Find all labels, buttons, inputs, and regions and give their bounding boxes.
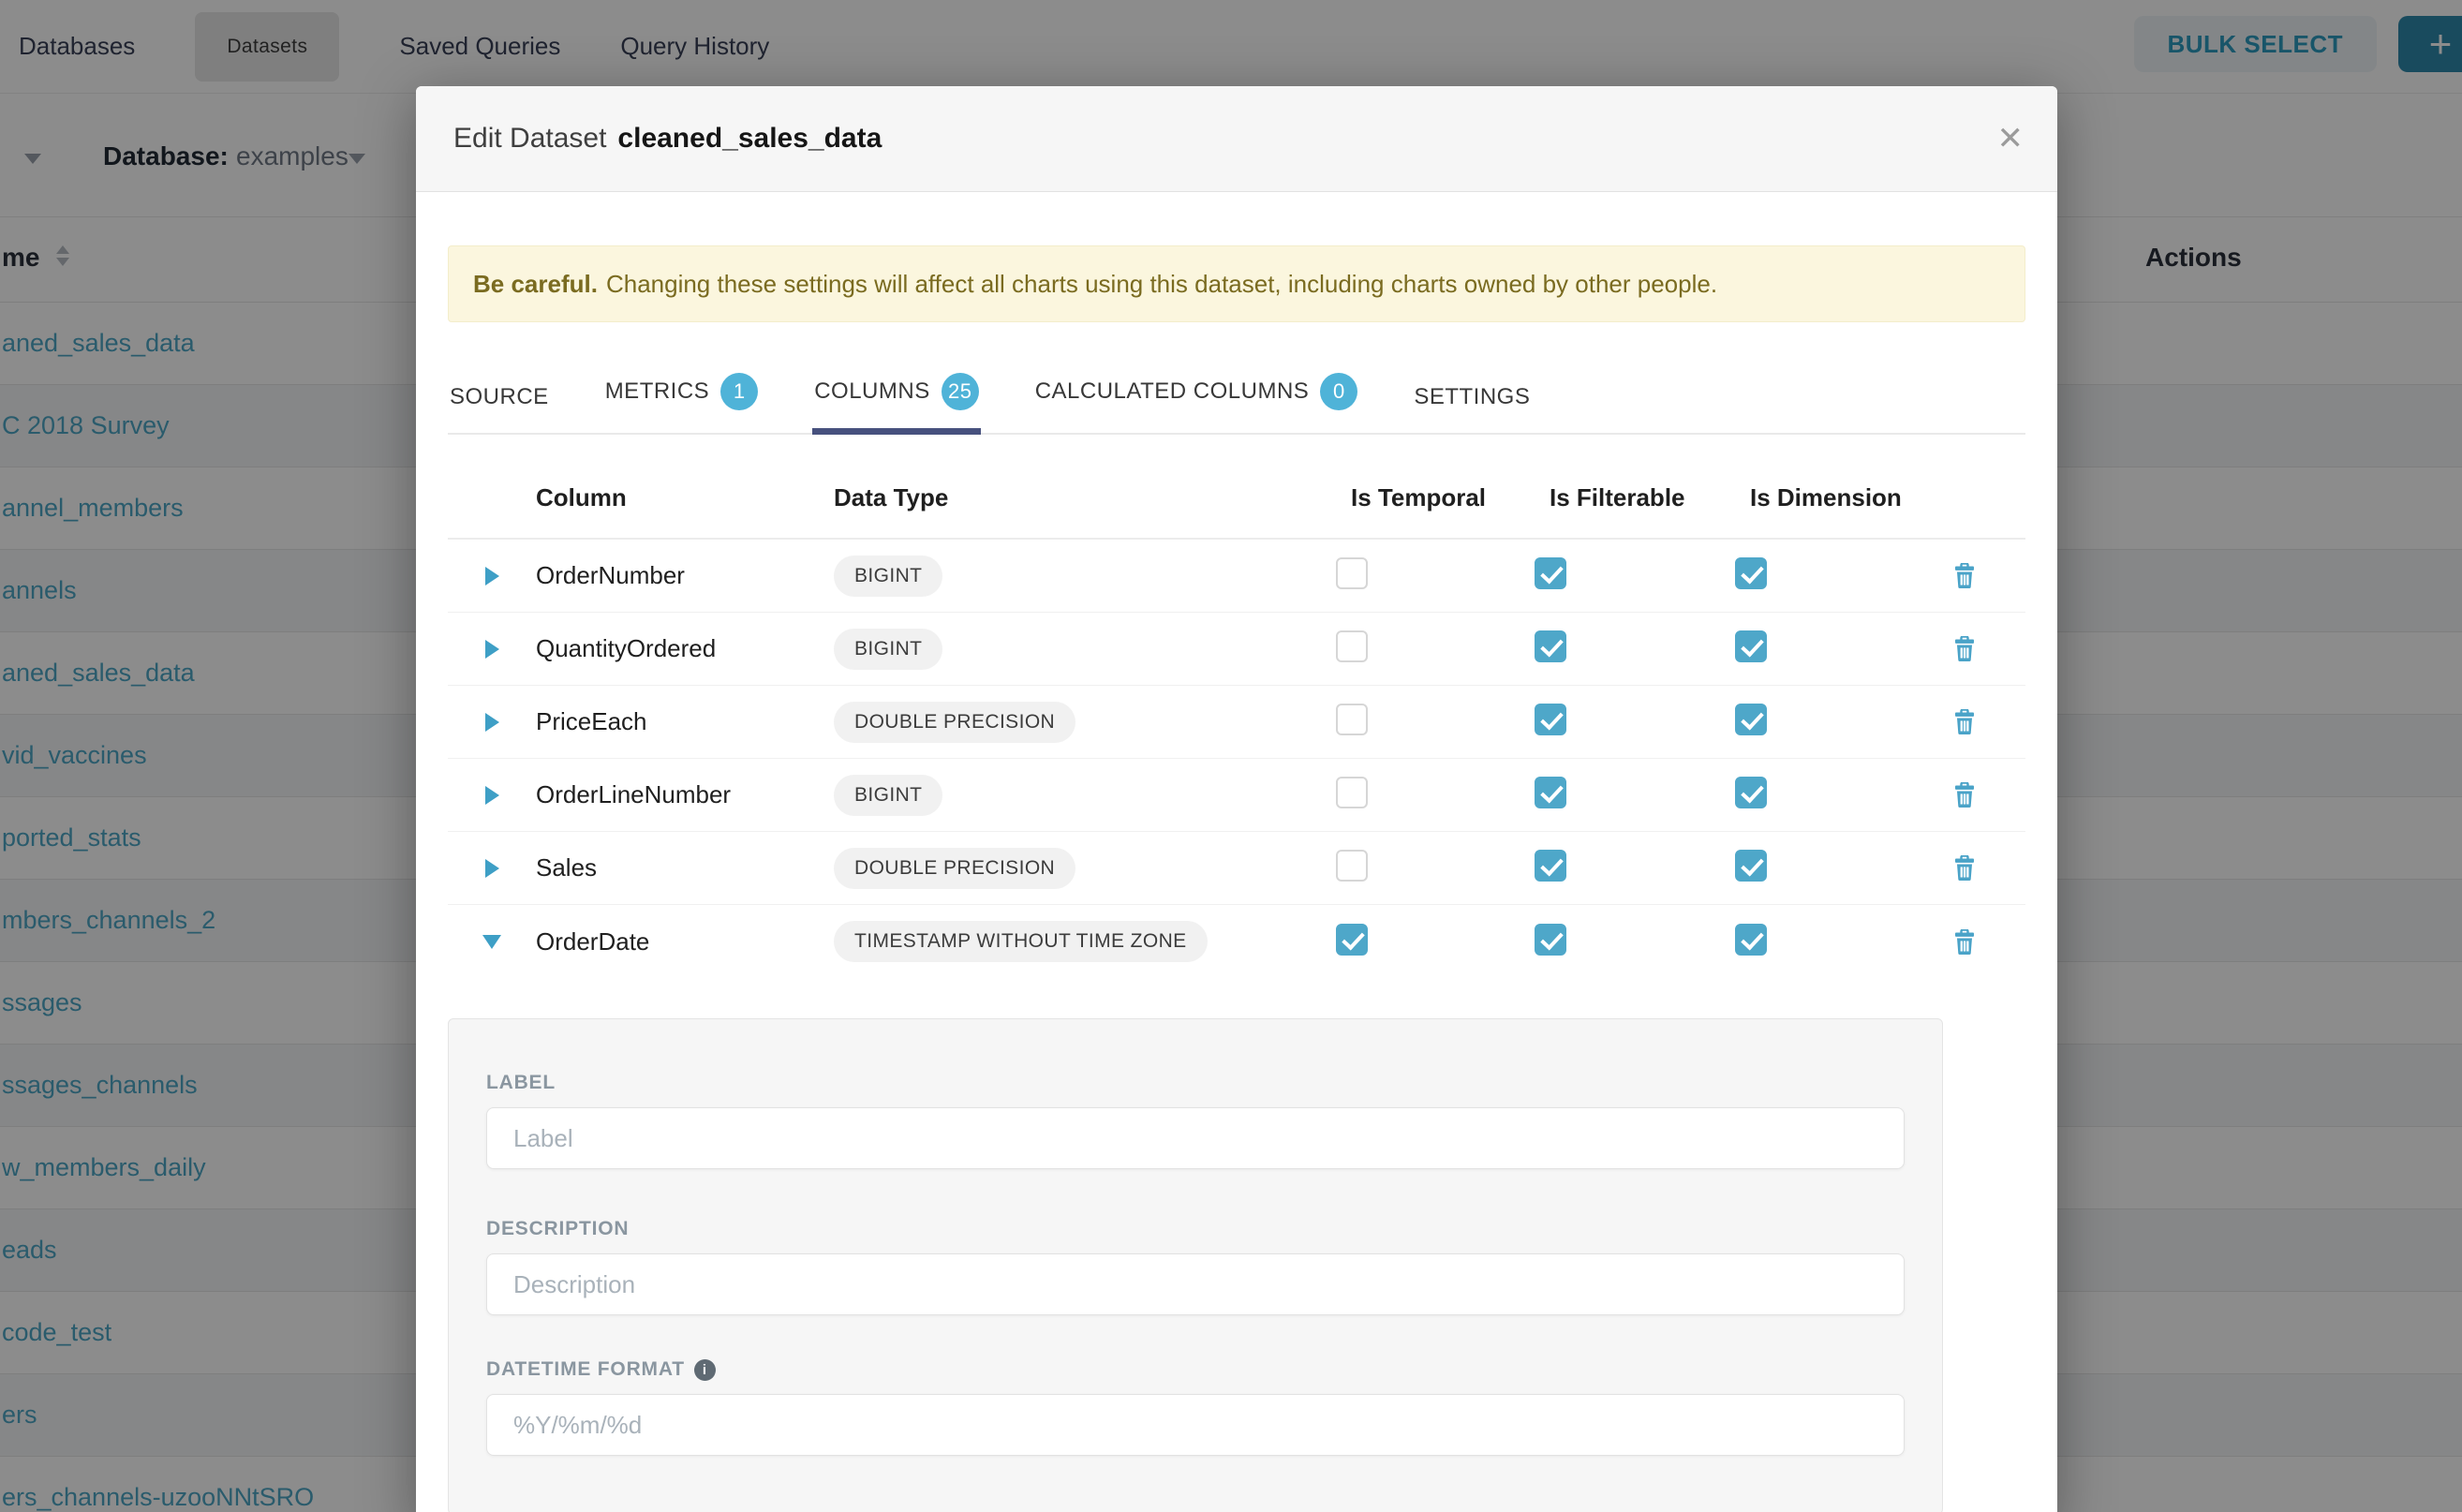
is-temporal-checkbox[interactable] [1336,924,1368,956]
datetime-format-label-text: DATETIME FORMAT [486,1358,685,1381]
columns-table-body: OrderNumberBIGINTQuantityOrderedBIGINTPr… [448,540,2025,978]
is-dimension-checkbox[interactable] [1735,924,1767,956]
description-field-label: DESCRIPTION [486,1218,1905,1240]
tab-columns[interactable]: COLUMNS 25 [812,356,981,433]
column-row: QuantityOrderedBIGINT [448,613,2025,686]
tab-label: METRICS [605,378,710,405]
edit-dataset-modal: Edit Dataset cleaned_sales_data ✕ Be car… [416,86,2057,1512]
column-name: OrderDate [536,927,834,956]
is-temporal-checkbox[interactable] [1336,630,1368,662]
column-header: Column [536,483,834,512]
delete-column-cell [1954,929,2025,955]
data-type-header: Data Type [834,483,1336,512]
screen: Databases Datasets Saved Queries Query H… [0,0,2462,1512]
data-type-pill: TIMESTAMP WITHOUT TIME ZONE [834,921,1208,962]
modal-title: Edit Dataset [453,123,606,155]
column-detail-panel: LABEL DESCRIPTION DATETIME FORMAT [448,1018,1943,1512]
is-temporal-checkbox[interactable] [1336,557,1368,589]
is-dimension-header: Is Dimension [1735,483,1954,512]
tab-label: CALCULATED COLUMNS [1035,378,1310,405]
column-name: PriceEach [536,707,834,736]
column-row: OrderNumberBIGINT [448,540,2025,613]
column-row: SalesDOUBLE PRECISION [448,832,2025,905]
is-filterable-checkbox[interactable] [1535,704,1566,735]
delete-column-cell [1954,782,2025,808]
data-type-pill: BIGINT [834,629,942,670]
tab-metrics[interactable]: METRICS 1 [603,356,761,433]
is-temporal-checkbox[interactable] [1336,777,1368,808]
columns-table-header: Column Data Type Is Temporal Is Filterab… [448,457,2025,540]
datetime-format-field-group: DATETIME FORMAT [486,1358,1905,1456]
column-row: OrderDateTIMESTAMP WITHOUT TIME ZONE [448,905,2025,978]
column-name: QuantityOrdered [536,634,834,663]
delete-column-cell [1954,855,2025,881]
delete-column-cell [1954,563,2025,588]
tab-label: SOURCE [450,384,549,410]
label-field-group: LABEL [486,1072,1905,1169]
delete-column-cell [1954,709,2025,734]
trash-icon[interactable] [1954,709,1975,734]
expand-caret-icon[interactable] [448,859,536,878]
column-name: OrderLineNumber [536,780,834,809]
trash-icon[interactable] [1954,563,1975,588]
is-dimension-checkbox[interactable] [1735,704,1767,735]
tab-settings[interactable]: SETTINGS [1412,367,1532,433]
trash-icon[interactable] [1954,929,1975,955]
data-type-pill: DOUBLE PRECISION [834,702,1075,743]
trash-icon[interactable] [1954,782,1975,808]
datetime-format-field-label: DATETIME FORMAT [486,1358,1905,1381]
label-input[interactable] [486,1107,1905,1169]
modal-tabs: SOURCE METRICS 1 COLUMNS 25 CALCULATED COLUMN… [448,356,2025,435]
is-filterable-checkbox[interactable] [1535,777,1566,808]
warning-banner-bold: Be careful. [473,270,598,299]
is-filterable-checkbox[interactable] [1535,850,1566,882]
is-temporal-checkbox[interactable] [1336,704,1368,735]
is-dimension-checkbox[interactable] [1735,850,1767,882]
column-name: Sales [536,853,834,882]
warning-banner-text: Changing these settings will affect all … [606,270,1717,299]
is-filterable-checkbox[interactable] [1535,630,1566,662]
data-type-pill: BIGINT [834,556,942,597]
modal-title-dataset-name: cleaned_sales_data [617,123,882,155]
is-dimension-checkbox[interactable] [1735,630,1767,662]
info-icon[interactable] [694,1359,716,1381]
trash-icon[interactable] [1954,636,1975,661]
column-row: OrderLineNumberBIGINT [448,759,2025,832]
expand-caret-icon[interactable] [448,713,536,732]
column-name: OrderNumber [536,561,834,590]
delete-column-cell [1954,636,2025,661]
tab-count-badge: 0 [1320,373,1357,410]
datetime-format-input[interactable] [486,1394,1905,1456]
close-icon[interactable]: ✕ [1997,123,2024,155]
label-field-label: LABEL [486,1072,1905,1094]
description-field-group: DESCRIPTION [486,1218,1905,1315]
warning-banner: Be careful. Changing these settings will… [448,245,2025,322]
is-dimension-checkbox[interactable] [1735,777,1767,808]
data-type-pill: BIGINT [834,775,942,816]
collapse-caret-icon[interactable] [448,935,536,949]
tab-count-badge: 1 [720,373,758,410]
is-filterable-checkbox[interactable] [1535,924,1566,956]
expand-caret-icon[interactable] [448,640,536,659]
data-type-pill: DOUBLE PRECISION [834,848,1075,889]
tab-label: COLUMNS [814,378,930,405]
description-input[interactable] [486,1253,1905,1315]
tab-source[interactable]: SOURCE [448,367,551,433]
expand-caret-icon[interactable] [448,786,536,805]
tab-count-badge: 25 [942,373,979,410]
tab-calculated-columns[interactable]: CALCULATED COLUMNS 0 [1033,356,1360,433]
modal-header: Edit Dataset cleaned_sales_data ✕ [416,86,2057,192]
modal-body: Be careful. Changing these settings will… [416,245,2057,1512]
trash-icon[interactable] [1954,855,1975,881]
is-dimension-checkbox[interactable] [1735,557,1767,589]
is-filterable-header: Is Filterable [1535,483,1735,512]
is-filterable-checkbox[interactable] [1535,557,1566,589]
is-temporal-checkbox[interactable] [1336,850,1368,882]
tab-label: SETTINGS [1414,384,1530,410]
expand-caret-icon[interactable] [448,567,536,586]
is-temporal-header: Is Temporal [1336,483,1535,512]
column-row: PriceEachDOUBLE PRECISION [448,686,2025,759]
